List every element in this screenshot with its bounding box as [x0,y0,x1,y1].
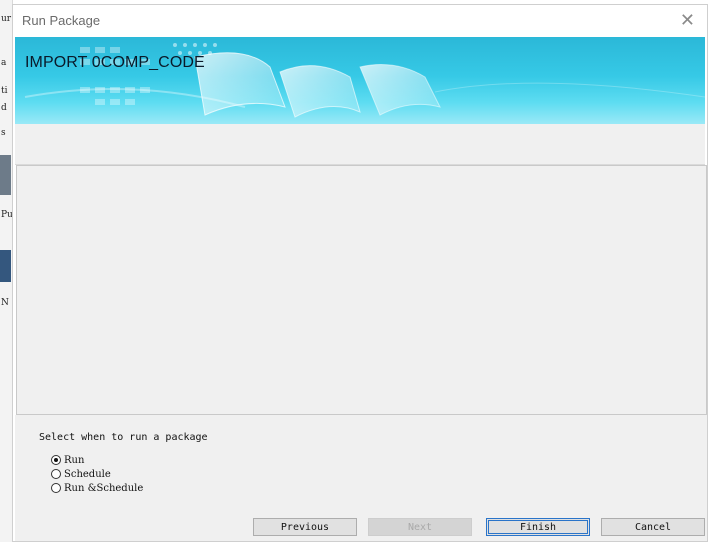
radio-label: Schedule [64,468,111,480]
radio-schedule[interactable]: Schedule [51,467,111,481]
banner-decoration [24,43,705,118]
radio-button[interactable] [51,483,61,493]
radio-run[interactable]: Run [51,453,84,467]
background-text-fragment: N [1,298,9,308]
background-text-fragment: ur [1,14,12,24]
radio-label: Run &Schedule [64,482,144,494]
schedule-prompt-label: Select when to run a package [39,432,208,443]
next-button[interactable]: Next [368,518,472,536]
run-package-dialog: Run Package ✕ IMPORT 0COMP_CODE Select w… [12,4,708,542]
background-text-fragment: ti [1,86,8,96]
previous-button[interactable]: Previous [253,518,357,536]
radio-run-and-schedule[interactable]: Run &Schedule [51,481,143,495]
close-icon[interactable]: ✕ [680,10,695,31]
dialog-title: Run Package [22,13,101,28]
background-text-fragment: a [1,58,7,68]
background-text-fragment: s [1,128,6,138]
background-text-fragment: d [1,103,7,113]
cancel-button[interactable]: Cancel [601,518,705,536]
background-thumbnail [0,155,11,195]
radio-button[interactable] [51,469,61,479]
radio-label: Run [64,454,85,466]
radio-button[interactable] [51,455,61,465]
title-bar[interactable]: Run Package ✕ [13,5,707,37]
options-area: Select when to run a package Run Schedul… [15,415,707,541]
background-thumbnail [0,250,11,282]
info-strip [15,124,705,165]
finish-button[interactable]: Finish [486,518,590,536]
wizard-banner: IMPORT 0COMP_CODE [15,37,705,124]
content-panel [16,165,707,415]
banner-title: IMPORT 0COMP_CODE [25,54,205,71]
